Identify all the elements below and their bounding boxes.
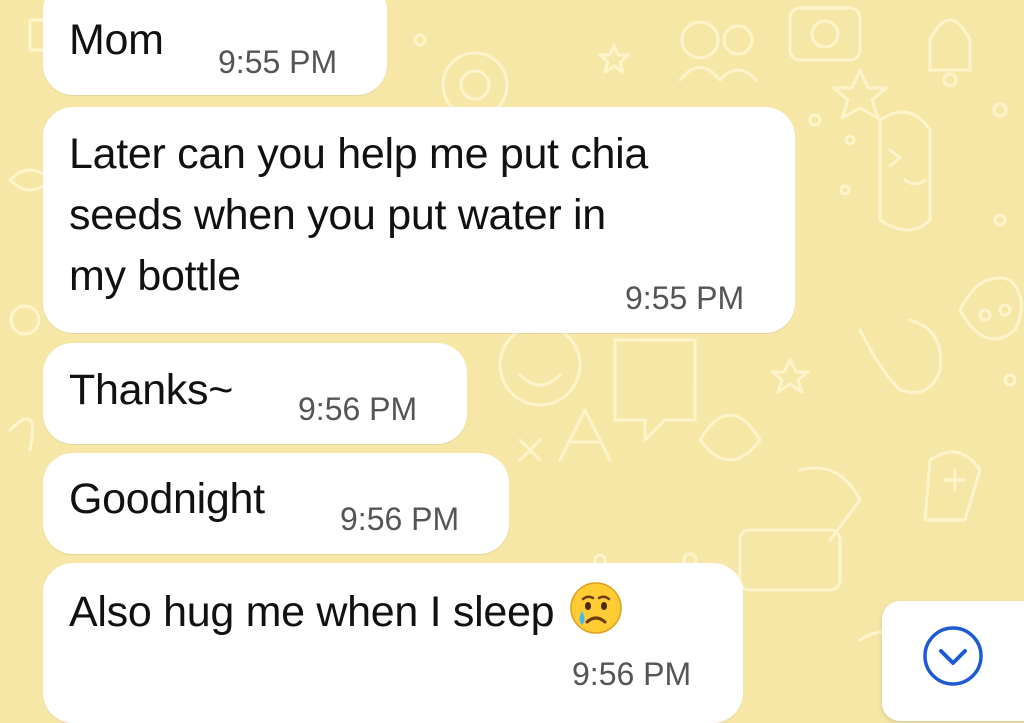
message-text-line: seeds when you put water in xyxy=(69,191,606,239)
crying-face-icon xyxy=(568,580,624,652)
scroll-to-bottom-button[interactable] xyxy=(882,601,1024,721)
chevron-down-circle-icon[interactable] xyxy=(921,624,985,693)
message-bubble[interactable]: Later can you help me put chia seeds whe… xyxy=(43,107,795,333)
message-timestamp: 9:56 PM xyxy=(340,501,460,537)
message-timestamp: 9:55 PM xyxy=(625,280,745,316)
message-bubble[interactable]: Thanks~ 9:56 PM xyxy=(43,343,467,444)
message-text-line: my bottle xyxy=(69,252,241,300)
message-text: Thanks~ xyxy=(69,366,234,414)
message-timestamp: 9:56 PM xyxy=(572,656,692,692)
message-bubble[interactable]: Mom 9:55 PM xyxy=(43,0,387,95)
message-timestamp: 9:56 PM xyxy=(298,391,418,427)
message-bubble[interactable]: Also hug me when I sleep 9:56 PM xyxy=(43,563,743,723)
message-text: Goodnight xyxy=(69,475,265,523)
message-text-line: Later can you help me put chia xyxy=(69,130,649,178)
message-text-line: Also hug me when I sleep xyxy=(69,580,624,652)
message-text: Mom xyxy=(69,16,164,64)
message-bubble[interactable]: Goodnight 9:56 PM xyxy=(43,453,509,554)
message-text: Also hug me when I sleep xyxy=(69,588,555,636)
message-timestamp: 9:55 PM xyxy=(218,44,338,80)
